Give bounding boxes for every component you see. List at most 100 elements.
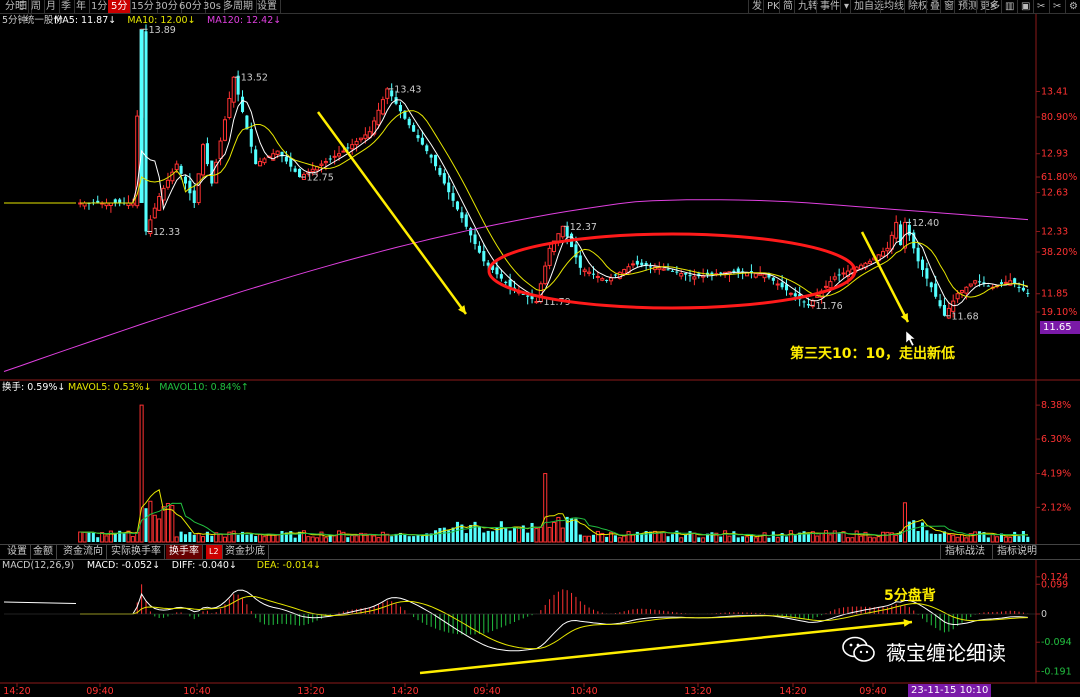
vol-bar-182 — [876, 536, 881, 543]
period-13[interactable]: 设置 — [254, 0, 281, 13]
candle-body-24 — [183, 176, 188, 184]
vol-legend-item-2: MAVOL10: 0.84%↑ — [159, 382, 249, 393]
vol-bar-62 — [350, 535, 355, 543]
vol-bar-3 — [91, 532, 95, 542]
vol-bar-171 — [828, 534, 833, 543]
vol-bar-37 — [240, 531, 245, 542]
price-label-8: 12.40 — [912, 218, 939, 229]
candle-body-161 — [784, 284, 789, 291]
tab-4[interactable]: 换手率 — [166, 545, 203, 559]
candle-body-152 — [744, 272, 750, 277]
vol-bar-130 — [648, 531, 653, 542]
candle-body-210 — [999, 282, 1004, 285]
vol-bar-127 — [635, 531, 639, 542]
candle-body-78 — [420, 137, 424, 145]
candle-body-149 — [732, 270, 736, 273]
wechat-icon — [842, 636, 875, 662]
vol-bar-195 — [934, 533, 938, 542]
candle-body-80 — [429, 154, 433, 158]
vol-bar-211 — [1003, 536, 1008, 543]
vol-bar-87 — [460, 524, 464, 542]
vol-bar-144 — [710, 532, 714, 542]
vol-legend-item-0: 换手: 0.59%↓ — [2, 382, 66, 393]
candle-body-96 — [499, 274, 503, 279]
vol-bar-90 — [473, 521, 477, 542]
candle-body-32 — [218, 140, 223, 159]
candle-body-92 — [482, 251, 486, 262]
toolbar-right-4[interactable]: 事件 — [816, 0, 843, 13]
candle-body-63 — [354, 140, 359, 146]
candle-body-127 — [635, 260, 639, 265]
candle-body-55 — [319, 163, 324, 166]
tab-0[interactable]: 设置 — [4, 545, 31, 559]
candle-body-186 — [894, 221, 899, 239]
candle-body-72 — [394, 97, 398, 104]
candle-body-205 — [978, 281, 982, 283]
tab-2[interactable]: 资金流向 — [60, 545, 107, 559]
tab-3[interactable]: 实际换手率 — [108, 545, 165, 559]
l2-badge: L2 — [206, 545, 223, 559]
x-tick-5: 09:40 — [473, 686, 500, 697]
candle-body-104 — [534, 301, 539, 304]
vol-bar-2 — [87, 532, 91, 542]
vol-bar-166 — [806, 533, 810, 542]
vol-bar-113 — [574, 518, 578, 542]
candle-body-136 — [675, 271, 679, 273]
candle-body-19 — [161, 187, 166, 201]
candle-body-9 — [118, 199, 122, 203]
vol-bar-124 — [622, 535, 627, 543]
vol-bar-93 — [486, 530, 490, 542]
price-tick-6: 38.20% — [1041, 247, 1077, 258]
candle-body-3 — [91, 202, 95, 204]
bars-icon[interactable]: ▥ — [1001, 0, 1017, 13]
vol-bar-97 — [504, 528, 508, 542]
main-legend-item-0: 5分钟 — [2, 15, 28, 26]
macd-legend: MACD(12,26,9) MACD: -0.052↓ DIFF: -0.040↓ D… — [2, 560, 402, 572]
vol-bar-84 — [447, 530, 451, 542]
scissors-icon[interactable]: ✂ — [1033, 0, 1048, 13]
candle-body-40 — [254, 149, 258, 165]
candle-body-159 — [775, 283, 780, 286]
candle-body-47 — [284, 156, 288, 162]
volume-bars — [78, 404, 1030, 543]
candle-body-87 — [460, 212, 464, 219]
vol-bar-22 — [174, 536, 179, 543]
close-icon[interactable]: ✕ — [985, 0, 1000, 13]
divergence-arrow — [419, 620, 913, 675]
candle-body-181 — [872, 257, 877, 261]
candle-body-17 — [152, 207, 157, 219]
toolbar-right-7[interactable]: 均线 — [880, 0, 907, 13]
watermark-text: 薇宝缠论细读 — [886, 641, 1006, 665]
vol-tick-3: 2.12% — [1041, 502, 1071, 513]
lock-icon[interactable]: ▣ — [1017, 0, 1033, 13]
vol-bar-177 — [854, 530, 859, 543]
candle-body-85 — [451, 193, 455, 201]
scissors-icon[interactable]: ✂ — [1049, 0, 1064, 13]
tab-1[interactable]: 金额 — [30, 545, 57, 559]
vol-bar-120 — [605, 536, 609, 542]
candle-body-41 — [258, 160, 263, 167]
candle-body-165 — [802, 301, 806, 303]
candle-body-120 — [605, 279, 609, 281]
vol-bar-35 — [231, 530, 236, 543]
candle-body-151 — [741, 271, 745, 273]
candle-body-59 — [336, 153, 342, 157]
candle-body-2 — [87, 202, 91, 204]
settings-icon[interactable]: ⚙ — [1065, 0, 1080, 13]
vol-bar-83 — [442, 527, 446, 542]
candle-body-115 — [582, 269, 587, 273]
volume-legend: 换手: 0.59%↓ MAVOL5: 0.53%↓ MAVOL10: 0.84%↑ — [2, 382, 402, 394]
vol-bar-128 — [640, 533, 644, 542]
vol-bar-186 — [894, 534, 899, 543]
tab-right-0[interactable]: 指标战法 — [940, 545, 989, 559]
vol-bar-159 — [775, 537, 780, 543]
x-tick-8: 14:20 — [779, 686, 806, 697]
tab-right-1[interactable]: 指标说明 — [992, 545, 1041, 559]
candle-body-73 — [398, 105, 402, 112]
vol-tick-1: 6.30% — [1041, 434, 1071, 445]
vol-bar-174 — [841, 531, 846, 543]
tab-5[interactable]: 资金抄底 — [222, 545, 269, 559]
period-12[interactable]: 多周期 — [220, 0, 257, 13]
candle-body-194 — [929, 282, 933, 288]
candle-body-34 — [227, 97, 232, 118]
